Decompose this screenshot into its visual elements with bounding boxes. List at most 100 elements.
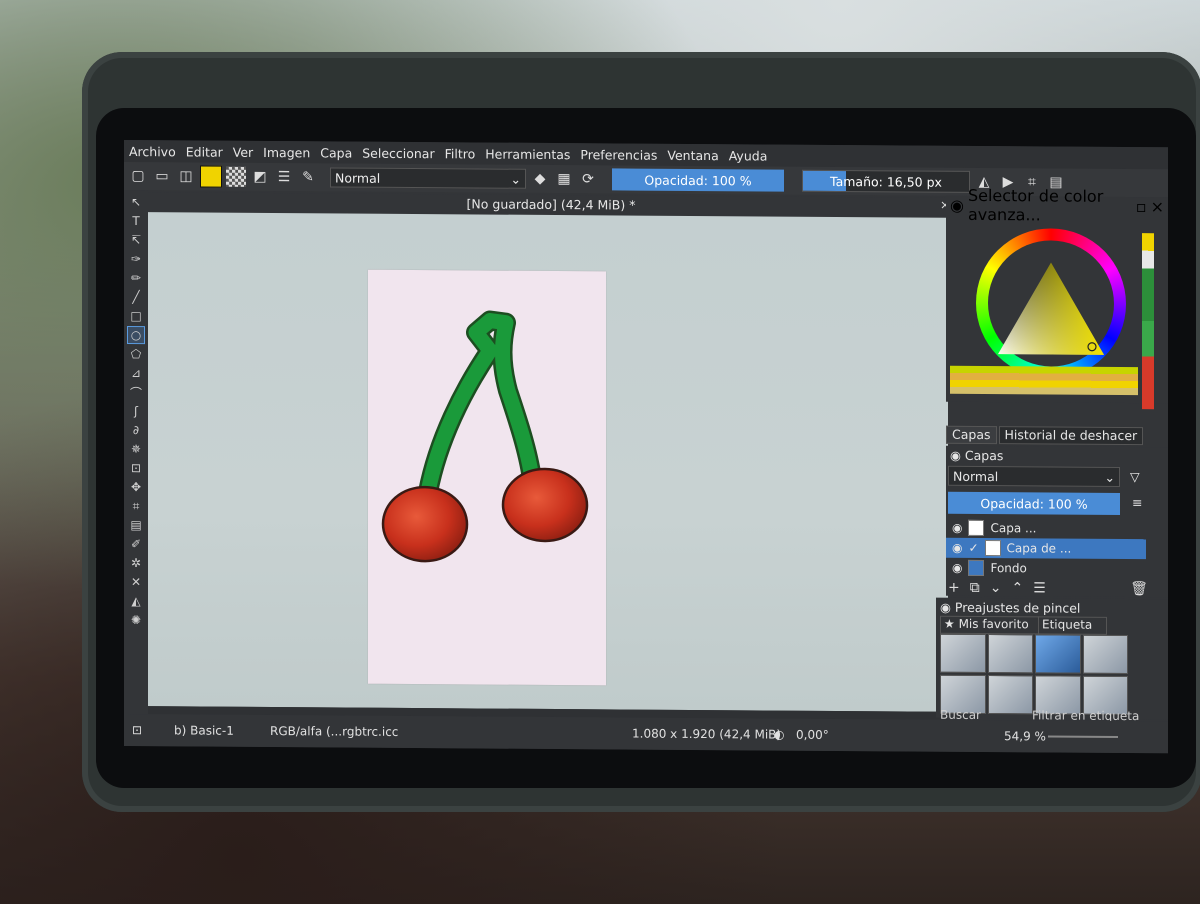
chevron-down-icon: ⌄ xyxy=(510,171,521,187)
transform-tool-icon[interactable]: ⊡ xyxy=(128,460,144,476)
brush-preset-tile[interactable] xyxy=(1082,634,1128,675)
layers-title: Capas xyxy=(964,447,1004,463)
eraser-icon[interactable]: ◆ xyxy=(530,169,550,189)
tag-button[interactable]: Etiqueta xyxy=(1038,616,1107,635)
text-tool-icon[interactable]: T xyxy=(128,213,144,229)
brush-preset-icon[interactable]: ✎ xyxy=(298,167,318,187)
layer-thumbnail xyxy=(968,519,985,537)
menu-imagen[interactable]: Imagen xyxy=(258,144,315,159)
menu-ventana[interactable]: Ventana xyxy=(662,147,723,162)
rotation-icon[interactable]: ◐ xyxy=(774,728,784,742)
new-document-icon[interactable]: ▢ xyxy=(128,166,148,186)
menu-archivo[interactable]: Archivo xyxy=(124,144,181,159)
duplicate-layer-icon[interactable]: ⧉ xyxy=(970,580,980,596)
open-folder-icon[interactable]: ▭ xyxy=(152,166,172,186)
smart-patch-icon[interactable]: ✲ xyxy=(128,555,144,571)
opacity-slider[interactable]: Opacidad: 100 % xyxy=(612,168,784,192)
visibility-eye-icon[interactable]: ◉ xyxy=(952,561,962,575)
layer-name: Fondo xyxy=(990,561,1027,576)
multibrush-icon[interactable]: ✵ xyxy=(128,441,144,457)
freehand-brush-icon[interactable]: ✏ xyxy=(128,270,144,286)
drawing-paper[interactable] xyxy=(368,269,606,686)
rectangle-tool-icon[interactable]: □ xyxy=(128,308,144,324)
assistant-tool-icon[interactable]: ✕ xyxy=(128,574,144,590)
color-history-column[interactable] xyxy=(1142,233,1154,410)
menu-capa[interactable]: Capa xyxy=(315,145,357,160)
blend-mode-value: Normal xyxy=(335,169,381,186)
move-down-icon[interactable]: ⌄ xyxy=(990,580,1002,596)
gradient-tool-icon[interactable]: ▤ xyxy=(128,517,144,533)
status-color-profile[interactable]: RGB/alfa (...rgbtrc.icc xyxy=(270,724,398,739)
saturation-triangle[interactable] xyxy=(996,258,1106,359)
menu-icon[interactable]: ≡ xyxy=(1132,495,1142,510)
layer-blend-select[interactable]: Normal ⌄ xyxy=(948,465,1120,487)
crop-tool-icon[interactable]: ⌗ xyxy=(128,498,144,514)
fill-tool-icon[interactable]: ◭ xyxy=(128,593,144,609)
move-up-icon[interactable]: ⌃ xyxy=(1011,580,1023,596)
visibility-eye-icon[interactable]: ◉ xyxy=(952,521,962,535)
alpha-lock-icon[interactable]: ▦ xyxy=(554,169,574,189)
float-icon[interactable]: ▫ xyxy=(1136,197,1147,216)
layer-properties-icon[interactable]: ☰ xyxy=(1033,580,1046,596)
color-selector-title: Selector de color avanza... xyxy=(967,185,1104,225)
menu-ver[interactable]: Ver xyxy=(228,144,258,159)
menu-herramientas[interactable]: Herramientas xyxy=(480,146,575,162)
layer-opacity-slider[interactable]: Opacidad: 100 % xyxy=(948,491,1120,515)
pattern-swatch[interactable] xyxy=(226,166,246,187)
canvas-area[interactable] xyxy=(148,212,948,712)
visibility-eye-icon[interactable]: ◉ xyxy=(952,541,962,555)
color-shade-strips[interactable] xyxy=(950,365,1138,396)
close-icon[interactable]: × xyxy=(1151,197,1168,216)
zoom-slider[interactable] xyxy=(1048,735,1118,738)
filter-icon[interactable]: ▽ xyxy=(1130,469,1140,484)
menu-preferencias[interactable]: Preferencias xyxy=(575,147,662,163)
swap-colors-icon[interactable]: ◩ xyxy=(250,167,270,187)
layer-row-selected[interactable]: ◉ ✓ Capa de ... xyxy=(946,537,1146,560)
brush-settings-icon[interactable]: ☰ xyxy=(274,167,294,187)
brush-icon: ◉ xyxy=(940,599,951,615)
foreground-color-swatch[interactable] xyxy=(200,165,222,188)
layer-name: Capa ... xyxy=(990,521,1037,536)
favorites-label: Mis favorito xyxy=(958,616,1029,632)
status-dimensions: 1.080 x 1.920 (42,4 MiB) xyxy=(632,726,782,742)
bezier-tool-icon[interactable]: ⌒ xyxy=(128,384,144,400)
layer-row[interactable]: ◉ Fondo xyxy=(946,558,1146,579)
brush-preset-tile[interactable] xyxy=(940,633,986,674)
edit-shapes-icon[interactable]: ↸ xyxy=(128,232,144,248)
brush-preset-tile-selected[interactable] xyxy=(1035,634,1081,674)
menu-filtro[interactable]: Filtro xyxy=(440,146,481,161)
layers-icon: ◉ xyxy=(950,447,961,463)
blend-mode-select[interactable]: Normal ⌄ xyxy=(330,167,526,189)
reload-icon[interactable]: ⟳ xyxy=(578,169,598,189)
size-slider[interactable]: Tamaño: 16,50 px xyxy=(802,169,970,193)
favorites-dropdown[interactable]: ★ Mis favorito xyxy=(940,615,1039,635)
status-rotation: 0,00° xyxy=(796,727,829,742)
status-zoom: 54,9 % xyxy=(1004,729,1046,744)
freehand-path-icon[interactable]: ʃ xyxy=(128,403,144,419)
add-layer-icon[interactable]: + xyxy=(948,580,960,596)
tag-label: Etiqueta xyxy=(1042,617,1093,632)
tab-historial[interactable]: Historial de deshacer xyxy=(998,426,1144,446)
calligraphy-icon[interactable]: ✑ xyxy=(128,251,144,267)
advanced-color-selector: ◉ Selector de color avanza... ▫ × xyxy=(946,186,1168,410)
ellipse-tool-icon[interactable]: ○ xyxy=(127,326,145,345)
line-tool-icon[interactable]: ╱ xyxy=(128,289,144,305)
polyline-tool-icon[interactable]: ⊿ xyxy=(128,365,144,381)
color-picker-icon[interactable]: ✐ xyxy=(128,536,144,552)
tab-capas[interactable]: Capas xyxy=(946,425,997,445)
polygon-tool-icon[interactable]: ⬠ xyxy=(128,346,144,362)
document-title: [No guardado] (42,4 MiB) * xyxy=(466,195,636,213)
delete-layer-icon[interactable]: 🗑 xyxy=(1130,581,1148,597)
menu-ayuda[interactable]: Ayuda xyxy=(724,148,773,163)
save-icon[interactable]: ◫ xyxy=(176,166,196,186)
move-tool-icon[interactable]: ✥ xyxy=(128,479,144,495)
menu-editar[interactable]: Editar xyxy=(181,144,228,159)
dynamic-brush-icon[interactable]: ∂ xyxy=(128,422,144,438)
magic-wand-icon[interactable]: ✺ xyxy=(128,612,144,628)
menu-seleccionar[interactable]: Seleccionar xyxy=(357,145,439,161)
brush-preset-tile[interactable] xyxy=(987,634,1033,674)
layer-row[interactable]: ◉ Capa ... xyxy=(946,518,1146,539)
status-preset: b) Basic-1 xyxy=(174,723,234,738)
select-shapes-icon[interactable]: ↖ xyxy=(128,194,144,210)
presets-title: Preajustes de pincel xyxy=(954,599,1081,616)
